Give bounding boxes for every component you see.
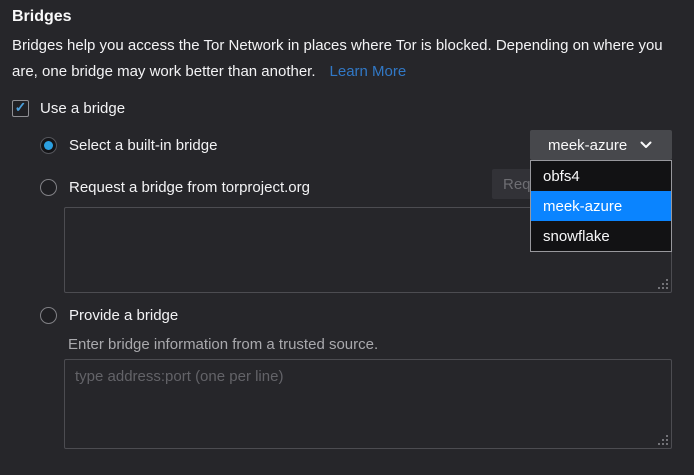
provide-bridge-hint: Enter bridge information from a trusted … <box>68 336 378 353</box>
provide-bridge-label: Provide a bridge <box>69 307 178 324</box>
request-bridge-row: Request a bridge from torproject.org <box>40 172 310 202</box>
learn-more-link[interactable]: Learn More <box>330 63 407 80</box>
provide-bridge-textarea[interactable] <box>64 359 672 449</box>
builtin-bridge-label: Select a built-in bridge <box>69 137 217 154</box>
request-bridge-radio[interactable] <box>40 179 57 196</box>
bridges-settings-panel: Bridges Bridges help you access the Tor … <box>0 0 694 475</box>
dropdown-option-obfs4[interactable]: obfs4 <box>531 161 671 191</box>
builtin-bridge-dropdown[interactable]: meek-azure <box>530 130 672 160</box>
provide-bridge-row: Provide a bridge <box>40 300 178 330</box>
check-icon: ✓ <box>15 100 27 114</box>
provide-bridge-radio[interactable] <box>40 307 57 324</box>
dropdown-option-meek-azure[interactable]: meek-azure <box>531 191 671 221</box>
radio-dot-icon <box>44 141 53 150</box>
provide-bridge-textarea-wrap <box>64 359 672 449</box>
builtin-bridge-row: Select a built-in bridge <box>40 130 217 160</box>
dropdown-selected-value: meek-azure <box>548 137 640 154</box>
use-bridge-row: ✓ Use a bridge <box>12 94 125 122</box>
use-bridge-checkbox[interactable]: ✓ <box>12 100 29 117</box>
bridges-description: Bridges help you access the Tor Network … <box>12 33 674 85</box>
builtin-bridge-dropdown-popup: obfs4 meek-azure snowflake <box>530 160 672 252</box>
resize-grip-icon[interactable] <box>666 443 668 445</box>
chevron-down-icon <box>640 141 652 149</box>
dropdown-option-snowflake[interactable]: snowflake <box>531 221 671 251</box>
use-bridge-label: Use a bridge <box>40 100 125 117</box>
request-bridge-label: Request a bridge from torproject.org <box>69 179 310 196</box>
builtin-bridge-radio[interactable] <box>40 137 57 154</box>
resize-grip-icon[interactable] <box>666 287 668 289</box>
page-title: Bridges <box>12 8 72 26</box>
